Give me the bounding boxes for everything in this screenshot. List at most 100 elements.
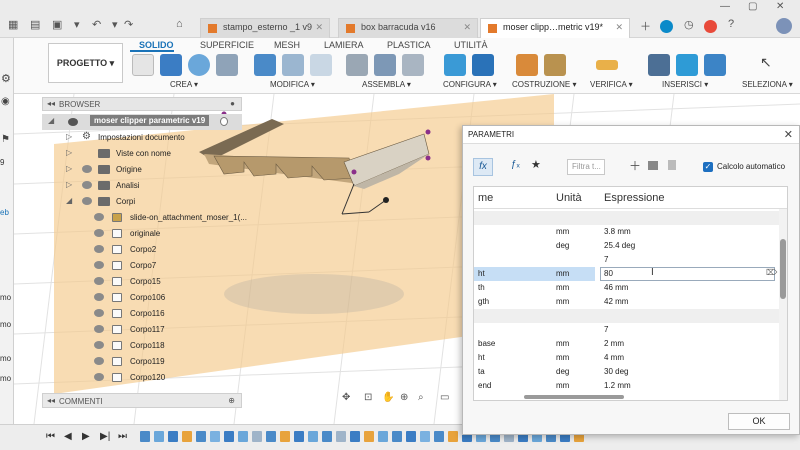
shell-icon[interactable]	[310, 54, 332, 76]
new-tab-icon[interactable]: ＋	[640, 18, 651, 34]
expand-arrow-icon[interactable]: ▷	[66, 180, 72, 189]
visibility-eye-icon[interactable]	[94, 373, 104, 381]
configure-table-icon[interactable]	[472, 54, 494, 76]
add-parameter-icon[interactable]: ＋	[629, 157, 641, 174]
timeline-feature-icon[interactable]	[336, 431, 346, 442]
visibility-eye-icon[interactable]	[82, 165, 92, 173]
timeline-feature-icon[interactable]	[434, 431, 444, 442]
expand-arrow-icon[interactable]: ◢	[66, 196, 72, 205]
timeline-feature-icon[interactable]	[420, 431, 430, 442]
press-pull-icon[interactable]	[254, 54, 276, 76]
tab-lamiera[interactable]: LAMIERA	[324, 40, 364, 50]
offset-plane-icon[interactable]	[516, 54, 538, 76]
timeline-feature-icon[interactable]	[378, 431, 388, 442]
measure-icon[interactable]	[596, 60, 618, 70]
clock-icon[interactable]: ◷	[684, 18, 694, 31]
visibility-eye-icon[interactable]	[94, 213, 104, 221]
insert-derive-icon[interactable]	[648, 54, 670, 76]
group-costruzione[interactable]: COSTRUZIONE ▾	[512, 80, 576, 89]
timeline-feature-icon[interactable]	[168, 431, 178, 442]
browser-item[interactable]: ◢ Corpi	[42, 194, 242, 210]
ok-button[interactable]: OK	[728, 413, 790, 430]
timeline-feature-icon[interactable]	[280, 431, 290, 442]
zoom-icon[interactable]: ⊕	[400, 392, 408, 403]
delete-parameter-icon[interactable]	[668, 160, 676, 170]
timeline-feature-icon[interactable]	[210, 431, 220, 442]
expression-edit-field[interactable]	[600, 267, 775, 281]
auto-calculate-checkbox[interactable]: ✓	[703, 162, 713, 172]
browser-item[interactable]: Corpo120	[42, 370, 242, 386]
tab-superficie[interactable]: SUPERFICIE	[200, 40, 254, 50]
redo-icon[interactable]: ↷	[124, 18, 133, 31]
browser-item[interactable]: ▷ Viste con nome	[42, 146, 242, 162]
active-radio-icon[interactable]	[220, 117, 228, 126]
table-row[interactable]: gth mm 42 mm	[474, 295, 779, 309]
flag-icon[interactable]: ⚑	[1, 134, 10, 145]
expand-arrow-icon[interactable]: ▷	[66, 132, 72, 141]
go-to-start-icon[interactable]: ⏮	[46, 431, 55, 442]
timeline-feature-icon[interactable]	[392, 431, 402, 442]
table-row[interactable]: base mm 2 mm	[474, 337, 779, 351]
column-header-expression[interactable]: Espressione	[604, 192, 665, 204]
axis-icon[interactable]	[544, 54, 566, 76]
tab-document-1[interactable]: stampo_esterno _1 v9 ✕	[200, 18, 330, 38]
group-modifica[interactable]: MODIFICA ▾	[270, 80, 315, 89]
insert-mcmaster-icon[interactable]	[676, 54, 698, 76]
group-assembla[interactable]: ASSEMBLA ▾	[362, 80, 411, 89]
timeline-feature-icon[interactable]	[238, 431, 248, 442]
browser-item[interactable]: ▷ ⚙ Impostazioni documento	[42, 130, 242, 146]
expand-arrow-icon[interactable]: ◢	[48, 116, 54, 125]
visibility-eye-icon[interactable]	[94, 261, 104, 269]
tab-document-3[interactable]: moser clipp…metric v19* ✕	[480, 18, 630, 38]
fx-parameter-icon[interactable]: fx	[473, 158, 493, 176]
table-row[interactable]: 7	[474, 253, 779, 267]
timeline-feature-icon[interactable]	[364, 431, 374, 442]
filter-input[interactable]: Filtra t...	[567, 159, 605, 175]
tab-utilita[interactable]: UTILITÀ	[454, 40, 488, 50]
home-icon[interactable]: ⌂	[176, 18, 183, 30]
tab-plastica[interactable]: PLASTICA	[387, 40, 431, 50]
timeline-feature-icon[interactable]	[294, 431, 304, 442]
close-icon[interactable]: ✕	[784, 128, 793, 141]
table-row[interactable]: deg 25.4 deg	[474, 239, 779, 253]
horizontal-scrollbar[interactable]	[524, 395, 624, 399]
undo-icon[interactable]: ↶	[92, 18, 101, 31]
new-component-icon[interactable]	[346, 54, 368, 76]
browser-item[interactable]: Corpo118	[42, 338, 242, 354]
browser-item[interactable]: Corpo15	[42, 274, 242, 290]
expand-arrow-icon[interactable]: ▷	[66, 164, 72, 173]
workspace-switcher-button[interactable]: PROGETTO ▾	[48, 43, 123, 83]
save-dropdown-icon[interactable]: ▾	[74, 18, 80, 31]
revolve-icon[interactable]	[188, 54, 210, 76]
notifications-icon[interactable]	[704, 20, 717, 33]
hole-icon[interactable]	[216, 54, 238, 76]
avatar[interactable]	[776, 18, 792, 34]
browser-item[interactable]: ▷ Analisi	[42, 178, 242, 194]
timeline-feature-icon[interactable]	[182, 431, 192, 442]
save-icon[interactable]: ▣	[52, 18, 62, 31]
timeline-feature-icon[interactable]	[406, 431, 416, 442]
pan-icon[interactable]: ✋	[382, 392, 394, 403]
undo-dropdown-icon[interactable]: ▾	[112, 18, 118, 31]
copy-parameter-icon[interactable]	[648, 161, 658, 170]
visibility-eye-icon[interactable]	[94, 293, 104, 301]
timeline-feature-icon[interactable]	[266, 431, 276, 442]
display-settings-icon[interactable]: ▭	[440, 392, 449, 403]
user-parameter-icon[interactable]: ƒₓ	[511, 159, 520, 170]
timeline-feature-icon[interactable]	[196, 431, 206, 442]
change-parameters-icon[interactable]	[444, 54, 466, 76]
close-icon[interactable]: ✕	[463, 22, 471, 33]
fillet-icon[interactable]	[282, 54, 304, 76]
group-configura[interactable]: CONFIGURA ▾	[443, 80, 497, 89]
maximize-icon[interactable]: ▢	[748, 1, 757, 12]
minimize-icon[interactable]: —	[720, 1, 730, 12]
orbit-icon[interactable]: ✥	[342, 392, 350, 403]
step-forward-icon[interactable]: ▶|	[100, 431, 110, 442]
group-seleziona[interactable]: SELEZIONA ▾	[742, 80, 793, 89]
table-row[interactable]: end mm 1.2 mm	[474, 379, 779, 393]
close-icon[interactable]: ✕	[615, 22, 623, 33]
browser-root-item[interactable]: ◢ moser clipper parametric v19	[42, 114, 242, 130]
timeline-feature-icon[interactable]	[322, 431, 332, 442]
group-verifica[interactable]: VERIFICA ▾	[590, 80, 633, 89]
table-row[interactable]: th mm 46 mm	[474, 281, 779, 295]
